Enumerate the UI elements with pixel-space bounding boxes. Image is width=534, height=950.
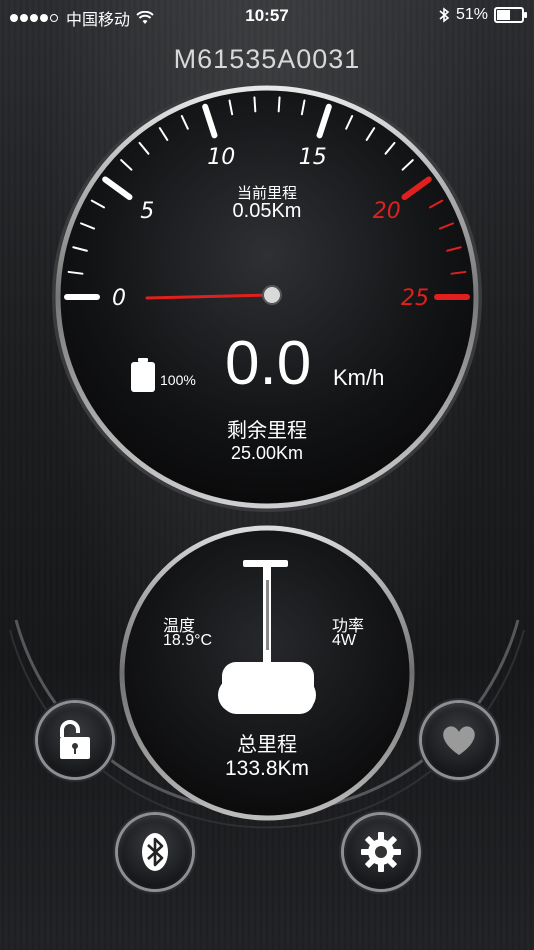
bluetooth-status-icon: [439, 7, 450, 23]
battery-percent: 51%: [455, 6, 488, 23]
bluetooth-icon: [142, 833, 168, 871]
unlock-icon: [60, 720, 90, 759]
heart-icon: [443, 726, 475, 755]
total-distance-label: 总里程: [237, 734, 297, 756]
speed-unit: Km/h: [333, 365, 385, 390]
total-distance-value: 133.8Km: [224, 757, 310, 780]
bluetooth-button[interactable]: [118, 815, 192, 889]
scale-label-15: 15: [299, 145, 327, 170]
speed-value: 0.0: [225, 329, 312, 398]
needle-hub: [262, 285, 282, 305]
temperature-value: 18.9°C: [163, 632, 213, 649]
scale-label-20: 20: [373, 199, 401, 224]
remaining-range-value: 25.00Km: [230, 443, 304, 463]
scale-label-5: 5: [140, 199, 154, 224]
gear-icon: [361, 832, 401, 872]
minor-tick: [253, 96, 257, 113]
remaining-range-label: 剩余里程: [227, 420, 307, 442]
scale-label-25: 25: [401, 286, 429, 311]
settings-button[interactable]: [344, 815, 418, 889]
status-bar: 中国移动 10:57 51%: [0, 0, 534, 32]
trip-distance-value: 0.05Km: [232, 200, 302, 222]
battery-level-icon: [131, 358, 155, 392]
scale-label-10: 10: [207, 145, 235, 170]
scale-label-0: 0: [112, 286, 126, 311]
lock-button[interactable]: [38, 703, 112, 777]
favorite-button[interactable]: [422, 703, 496, 777]
device-id: M61535A0031: [173, 44, 361, 74]
battery-level-value: 100%: [160, 372, 196, 388]
minor-tick: [277, 96, 281, 113]
battery-icon: [494, 7, 527, 23]
power-value: 4W: [332, 632, 356, 649]
